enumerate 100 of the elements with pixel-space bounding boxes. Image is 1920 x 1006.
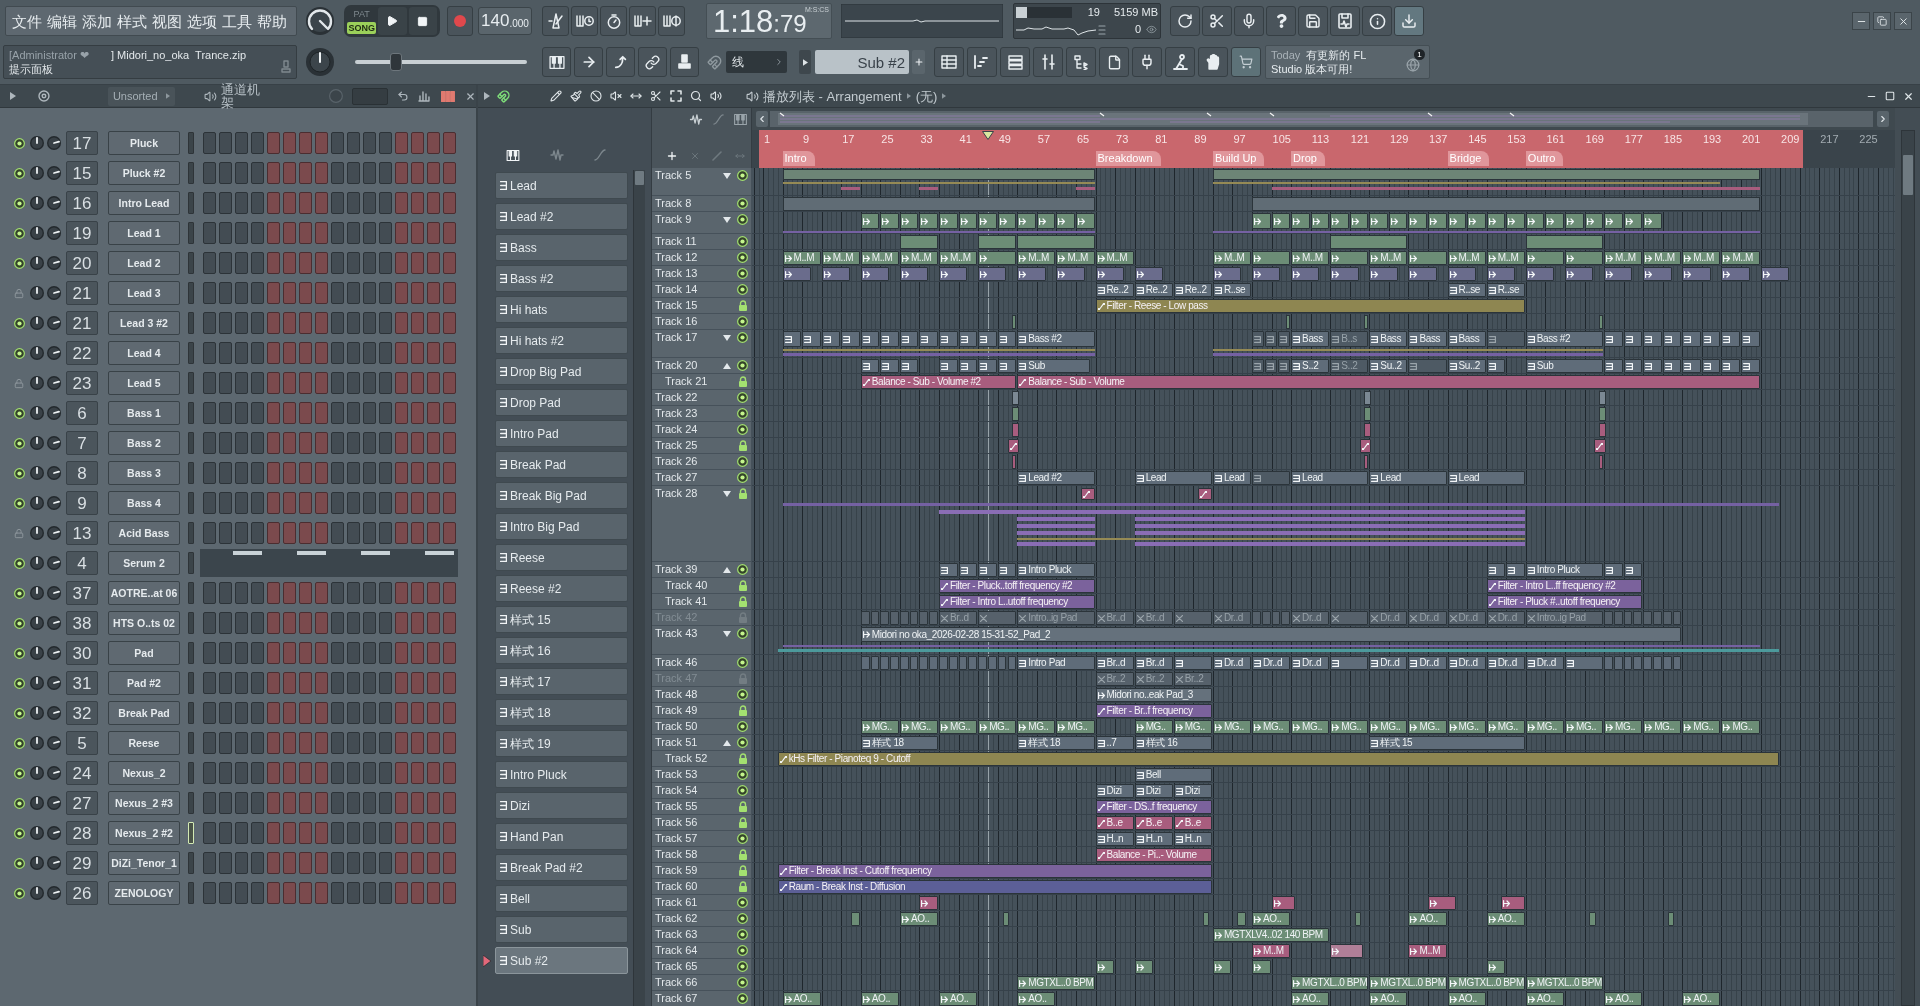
pan-knob[interactable]: [30, 256, 44, 270]
step-button[interactable]: [315, 192, 328, 214]
pattern-clip[interactable]: [1613, 656, 1623, 670]
step-button[interactable]: [299, 612, 312, 634]
pattern-clip[interactable]: Dr..d: [1291, 656, 1330, 670]
audio-clip[interactable]: M..M: [1056, 251, 1095, 265]
audio-clip[interactable]: [1036, 213, 1056, 229]
lock-icon[interactable]: [737, 580, 748, 591]
audio-clip[interactable]: [1408, 267, 1437, 281]
step-button[interactable]: [251, 372, 264, 394]
mixer-track-number[interactable]: 21: [66, 281, 98, 305]
step-button[interactable]: [283, 342, 296, 364]
step-button[interactable]: [427, 702, 440, 724]
step-button[interactable]: [427, 672, 440, 694]
step-button[interactable]: [203, 402, 216, 424]
caret-up-icon[interactable]: [723, 363, 731, 369]
audio-clip[interactable]: M..M: [1212, 251, 1251, 265]
step-button[interactable]: [379, 702, 392, 724]
step-button[interactable]: [443, 822, 456, 844]
lock-icon[interactable]: [737, 801, 748, 812]
step-button[interactable]: [443, 882, 456, 904]
playlist-grid[interactable]: [752, 168, 1895, 1006]
volume-knob[interactable]: [47, 316, 61, 330]
audio-clip[interactable]: M..M: [860, 251, 899, 265]
step-button[interactable]: [283, 222, 296, 244]
audio-clip[interactable]: [1408, 251, 1447, 265]
audio-clip[interactable]: [1667, 912, 1674, 926]
audio-clip[interactable]: MG..: [1682, 720, 1721, 734]
audio-clip[interactable]: M..M: [1643, 251, 1682, 265]
audio-clip[interactable]: [1564, 251, 1604, 265]
step-button[interactable]: [235, 252, 248, 274]
step-button[interactable]: [283, 672, 296, 694]
step-button[interactable]: [235, 582, 248, 604]
led-icon[interactable]: [737, 284, 748, 295]
volume-knob[interactable]: [47, 496, 61, 510]
pattern-clip[interactable]: Dr..d: [1408, 656, 1447, 670]
step-button[interactable]: [363, 612, 376, 634]
led-icon[interactable]: [737, 360, 748, 371]
step-button[interactable]: [363, 702, 376, 724]
led-icon[interactable]: [737, 993, 748, 1004]
automation-clip[interactable]: [1594, 439, 1606, 453]
step-button[interactable]: [347, 432, 360, 454]
mixer-track-number[interactable]: 23: [66, 371, 98, 395]
step-button[interactable]: [267, 792, 280, 814]
pattern-item[interactable]: Intro Pad: [495, 420, 628, 447]
pattern-item[interactable]: Break Pad #2: [495, 854, 628, 881]
channel-button[interactable]: Reese: [108, 731, 180, 755]
step-button[interactable]: [283, 372, 296, 394]
scrollbar-thumb[interactable]: [635, 171, 644, 185]
audio-clip[interactable]: MG..: [1643, 720, 1682, 734]
step-button[interactable]: [411, 642, 424, 664]
mixer-track-number[interactable]: 13: [66, 521, 98, 545]
step-button[interactable]: [395, 282, 408, 304]
step-button[interactable]: [203, 192, 216, 214]
audio-clip[interactable]: M..M: [1095, 251, 1134, 265]
step-button[interactable]: [235, 702, 248, 724]
magnet-icon[interactable]: [497, 89, 510, 103]
step-button[interactable]: [443, 792, 456, 814]
step-button[interactable]: [411, 282, 424, 304]
clip-block[interactable]: [1599, 423, 1606, 437]
step-button[interactable]: [427, 732, 440, 754]
led-icon[interactable]: [13, 167, 25, 179]
pattern-clip[interactable]: [1486, 563, 1506, 577]
led-icon[interactable]: [737, 170, 748, 181]
pattern-clip[interactable]: Intro Pluck: [1017, 563, 1095, 577]
step-button[interactable]: [363, 462, 376, 484]
step-button[interactable]: [363, 342, 376, 364]
pattern-clip[interactable]: [782, 331, 802, 347]
step-button[interactable]: [443, 222, 456, 244]
value-field[interactable]: [352, 87, 389, 105]
audio-clip[interactable]: [1623, 213, 1643, 229]
clip-block[interactable]: [1599, 315, 1604, 329]
audio-clip[interactable]: MG..: [1134, 720, 1173, 734]
led-icon[interactable]: [13, 227, 25, 239]
pattern-clip[interactable]: [958, 359, 978, 373]
step-button[interactable]: [379, 762, 392, 784]
step-button[interactable]: [267, 462, 280, 484]
audio-clip[interactable]: [1056, 213, 1075, 229]
step-button[interactable]: [395, 462, 408, 484]
clip-block[interactable]: [782, 197, 1095, 211]
pattern-clip[interactable]: [821, 331, 841, 347]
audio-clip[interactable]: [1349, 213, 1369, 229]
pattern-clip[interactable]: Bass: [1291, 331, 1330, 347]
mixer-track-number[interactable]: 8: [66, 461, 98, 485]
audio-clip[interactable]: MG..: [978, 720, 1017, 734]
pattern-item[interactable]: 样式 16: [495, 637, 628, 664]
audio-clip[interactable]: AO..: [1252, 912, 1291, 926]
step-button[interactable]: [395, 372, 408, 394]
step-button[interactable]: [251, 792, 264, 814]
step-button[interactable]: [427, 522, 440, 544]
step-button[interactable]: [427, 132, 440, 154]
project-button[interactable]: [1099, 47, 1129, 77]
step-button[interactable]: [427, 852, 440, 874]
caret-down-icon[interactable]: [723, 335, 731, 341]
step-button[interactable]: [331, 732, 344, 754]
clip-block[interactable]: [1286, 315, 1291, 329]
pattern-clip[interactable]: [860, 331, 880, 347]
close-icon[interactable]: [465, 90, 476, 102]
channel-button[interactable]: Lead 1: [108, 221, 180, 245]
led-icon[interactable]: [737, 392, 748, 403]
